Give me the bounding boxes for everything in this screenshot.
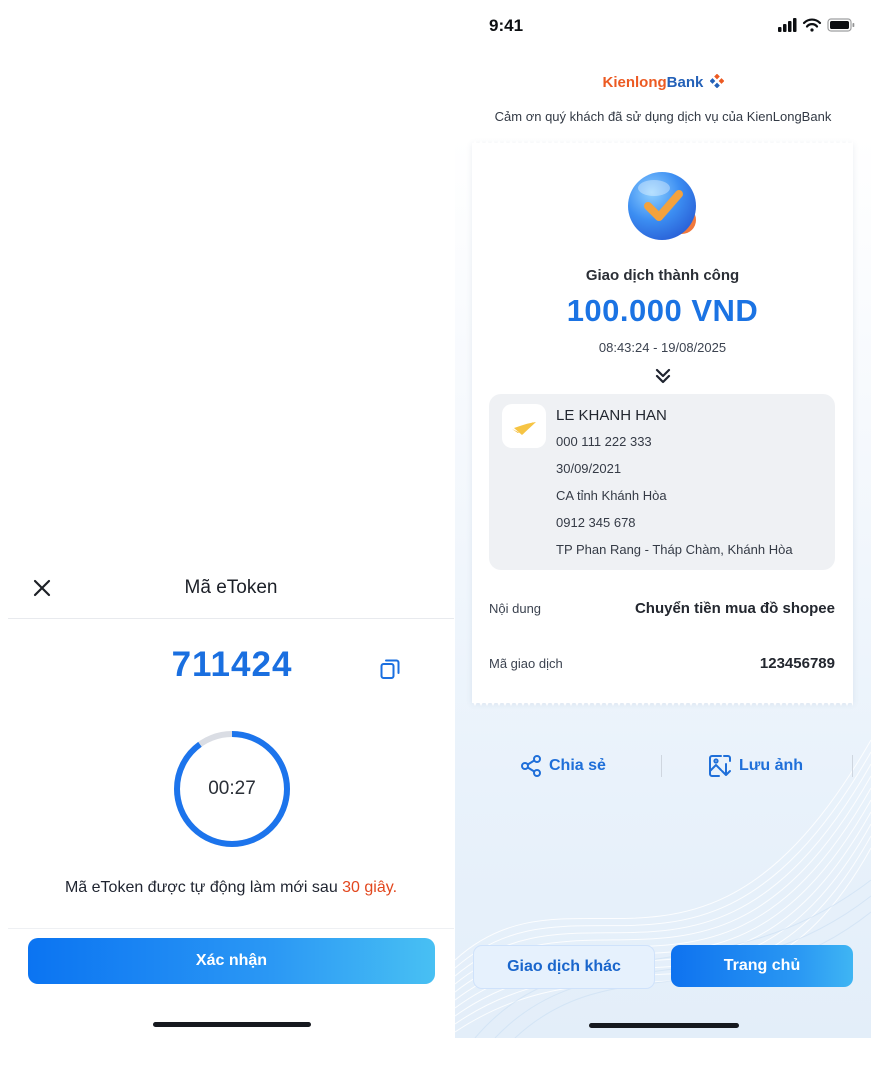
txid-value: 123456789 bbox=[759, 655, 835, 672]
recipient-details: LE KHANH HAN 000 111 222 333 30/09/2021 … bbox=[556, 406, 793, 567]
signal-icon bbox=[778, 18, 797, 32]
recipient-issuer: CA tỉnh Khánh Hòa bbox=[556, 488, 667, 503]
txid-label: Mã giao dịch bbox=[489, 656, 563, 671]
bank-logo: KienlongBank bbox=[455, 74, 871, 91]
share-button[interactable]: Chia sẻ bbox=[519, 752, 606, 780]
save-image-label: Lưu ảnh bbox=[739, 757, 804, 774]
brand-mark-icon bbox=[709, 74, 724, 88]
save-image-button[interactable]: Lưu ảnh bbox=[707, 752, 803, 780]
recipient-address: TP Phan Rang - Tháp Chàm, Khánh Hòa bbox=[556, 542, 793, 557]
recipient-phone: 0912 345 678 bbox=[556, 515, 636, 530]
transaction-amount: 100.000 VND bbox=[566, 293, 759, 328]
home-button[interactable]: Trang chủ bbox=[671, 945, 853, 987]
brand-part1: Kienlong bbox=[602, 74, 667, 91]
home-indicator bbox=[589, 1023, 739, 1028]
wifi-icon bbox=[802, 18, 822, 32]
recipient-card: LE KHANH HAN 000 111 222 333 30/09/2021 … bbox=[489, 394, 835, 570]
etoken-code: 711424 bbox=[171, 645, 293, 684]
action-separator bbox=[661, 755, 662, 777]
copy-icon[interactable] bbox=[378, 657, 402, 681]
recipient-date: 30/09/2021 bbox=[556, 461, 622, 476]
etoken-title: Mã eToken bbox=[184, 577, 278, 598]
home-indicator bbox=[153, 1022, 311, 1027]
refresh-note: Mã eToken được tự động làm mới sau 30 gi… bbox=[0, 879, 462, 897]
other-transaction-button[interactable]: Giao dịch khác bbox=[473, 945, 655, 989]
confirm-button[interactable]: Xác nhận bbox=[28, 938, 435, 984]
transaction-status: Giao dịch thành công bbox=[585, 267, 740, 284]
battery-icon bbox=[827, 18, 855, 32]
etoken-sheet: Mã eToken 711424 00:27 Mã eToken được tự… bbox=[0, 0, 455, 1073]
refresh-seconds: 30 giây. bbox=[342, 879, 398, 896]
receipt-edge-bottom bbox=[472, 700, 853, 706]
recipient-name: LE KHANH HAN bbox=[556, 407, 667, 424]
content-value: Chuyển tiền mua đồ shopee bbox=[634, 600, 835, 617]
status-icons bbox=[778, 18, 855, 32]
share-label: Chia sẻ bbox=[549, 757, 606, 774]
divider bbox=[8, 928, 454, 929]
save-image-icon bbox=[709, 755, 731, 777]
receipt-card: Giao dịch thành công 100.000 VND 08:43:2… bbox=[472, 140, 853, 706]
success-check-icon bbox=[628, 172, 696, 240]
share-icon bbox=[521, 755, 541, 777]
receipt-screen: 9:41 KienlongBank Cảm ơn quý khách đã sử… bbox=[455, 0, 871, 1038]
recipient-bank-logo bbox=[502, 404, 546, 448]
refresh-note-text: Mã eToken được tự động làm mới sau bbox=[64, 879, 343, 896]
receipt-actions: Chia sẻ Lưu ảnh bbox=[455, 752, 871, 780]
transaction-datetime: 08:43:24 - 19/08/2025 bbox=[598, 340, 727, 355]
content-label: Nội dung bbox=[489, 601, 542, 616]
recipient-bank-logo-mark bbox=[512, 422, 536, 435]
brand-part2: Bank bbox=[666, 74, 704, 91]
recipient-account: 000 111 222 333 bbox=[556, 434, 652, 449]
etoken-header: Mã eToken bbox=[8, 560, 454, 619]
status-time: 9:41 bbox=[489, 16, 524, 35]
thanks-text: Cảm ơn quý khách đã sử dụng dịch vụ của … bbox=[494, 109, 832, 124]
countdown-text: 00:27 bbox=[208, 778, 256, 799]
action-separator bbox=[852, 755, 853, 777]
chevron-double-down-icon[interactable] bbox=[654, 367, 672, 385]
receipt-edge-top bbox=[472, 140, 853, 146]
